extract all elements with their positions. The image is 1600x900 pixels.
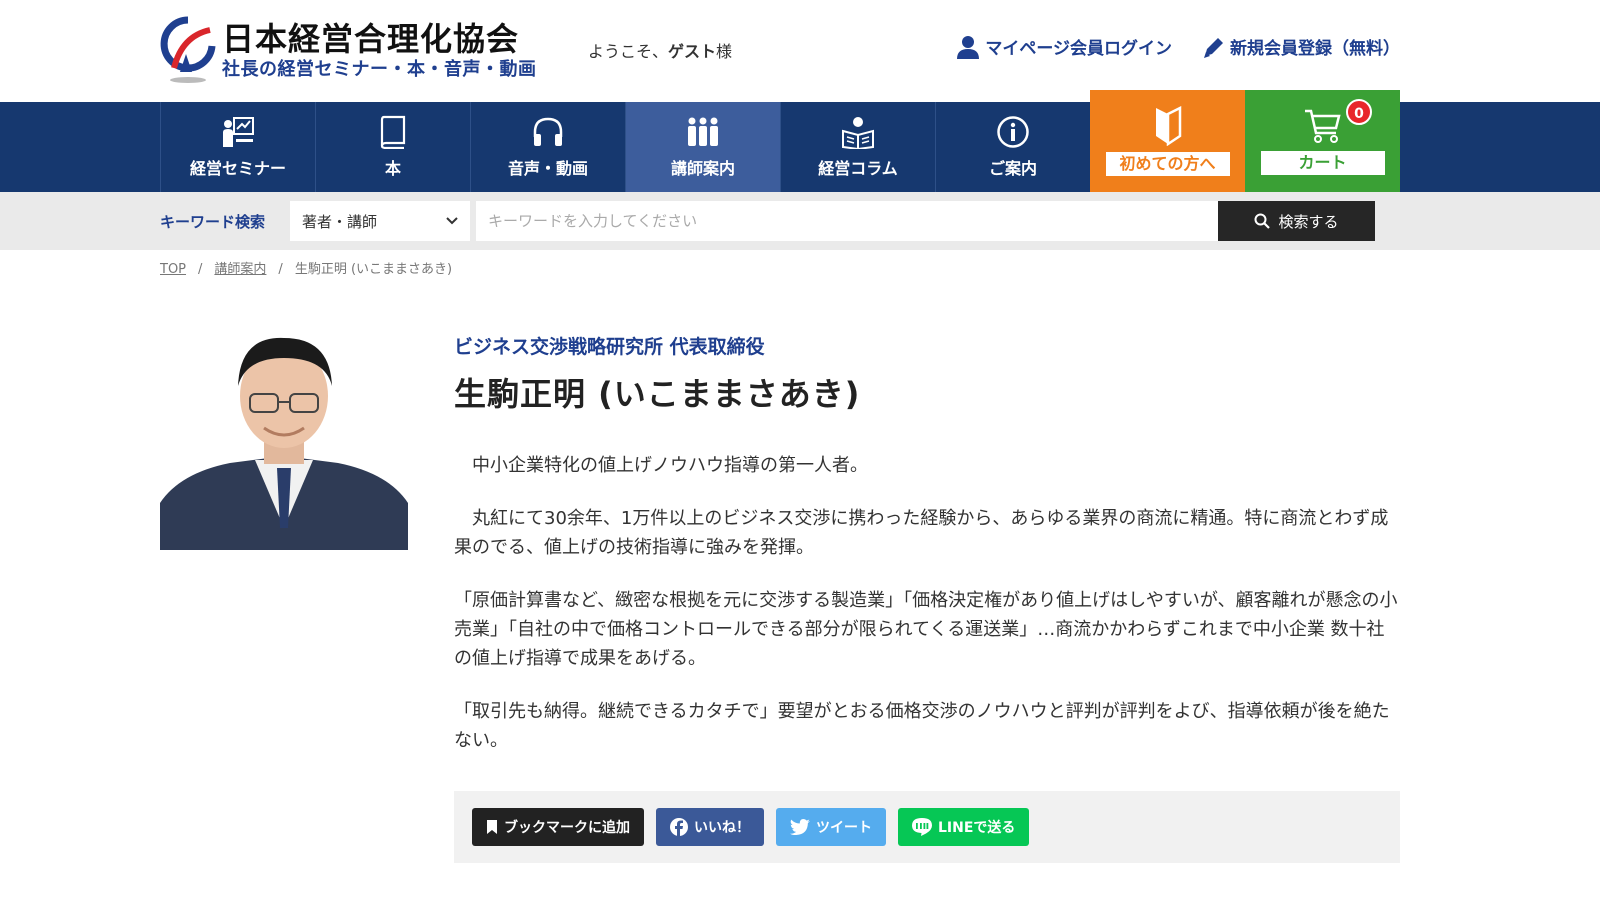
breadcrumb-top[interactable]: TOP bbox=[160, 262, 186, 277]
book-icon bbox=[380, 115, 406, 149]
mypage-login-link[interactable]: マイページ会員ログイン bbox=[957, 34, 1172, 59]
bio-paragraph: 「取引先も納得。継続できるカタチで」要望がとおる価格交渉のノウハウと評判が評判を… bbox=[454, 701, 1390, 751]
main-nav-bar: 経営セミナー 本 音声・動画 講師案内 経営コラム ご案内 初めての方へ カート… bbox=[0, 90, 1600, 192]
breadcrumb-instructors[interactable]: 講師案内 bbox=[214, 262, 266, 277]
bio-paragraph: 中小企業特化の値上げノウハウ指導の第一人者。 bbox=[454, 455, 868, 476]
search-button[interactable]: 検索する bbox=[1218, 201, 1375, 241]
search-bar: キーワード検索 著者・講師 検索する bbox=[0, 192, 1600, 250]
nav-guide[interactable]: ご案内 bbox=[935, 102, 1090, 192]
line-share-button[interactable]: LINEで送る bbox=[898, 808, 1030, 846]
welcome-message: ようこそ、ゲスト様 bbox=[588, 42, 733, 61]
logo-title: 日本経営合理化協会 bbox=[222, 20, 520, 58]
nav-column[interactable]: 経営コラム bbox=[780, 102, 935, 192]
pencil-icon bbox=[1204, 37, 1223, 58]
logo-mark-icon bbox=[160, 16, 216, 83]
facebook-icon bbox=[670, 818, 688, 836]
nav-book[interactable]: 本 bbox=[315, 102, 470, 192]
chevron-down-icon bbox=[446, 217, 458, 225]
logo-subtitle: 社長の経営セミナー・本・音声・動画 bbox=[222, 59, 537, 80]
welcome-user: ゲスト bbox=[668, 42, 717, 61]
cart-count-badge: 0 bbox=[1346, 99, 1372, 125]
nav-instructors[interactable]: 講師案内 bbox=[625, 102, 780, 192]
instructor-photo bbox=[160, 328, 408, 550]
main-nav: 経営セミナー 本 音声・動画 講師案内 経営コラム ご案内 初めての方へ カート… bbox=[160, 90, 1400, 192]
user-icon bbox=[957, 35, 980, 59]
nav-cart[interactable]: カート 0 bbox=[1245, 90, 1400, 192]
bookmark-button[interactable]: ブックマークに追加 bbox=[472, 808, 644, 846]
instructor-profile: ビジネス交渉戦略研究所 代表取締役 生駒正明 (いこままさあき) 中小企業特化の… bbox=[160, 328, 1400, 863]
share-bar: ブックマークに追加 いいね！ ツイート LINEで送る bbox=[454, 791, 1400, 863]
nav-audio-video[interactable]: 音声・動画 bbox=[470, 102, 625, 192]
search-label: キーワード検索 bbox=[160, 212, 266, 231]
nav-seminar[interactable]: 経営セミナー bbox=[160, 102, 315, 192]
register-link[interactable]: 新規会員登録（無料） bbox=[1202, 34, 1400, 59]
bio-paragraph: 丸紅にて30余年、1万件以上のビジネス交渉に携わった経験から、あらゆる業界の商流… bbox=[454, 508, 1389, 558]
instructor-organization: ビジネス交渉戦略研究所 代表取締役 bbox=[454, 336, 765, 358]
breadcrumb: TOP / 講師案内 / 生駒正明 (いこままさあき) bbox=[160, 262, 453, 277]
people-icon bbox=[688, 117, 718, 146]
tweet-button[interactable]: ツイート bbox=[776, 808, 886, 846]
nav-beginner[interactable]: 初めての方へ bbox=[1090, 90, 1245, 192]
reading-icon bbox=[842, 117, 874, 149]
search-icon bbox=[1254, 213, 1271, 229]
beginner-mark-icon bbox=[1155, 106, 1181, 146]
site-logo[interactable]: 日本経営合理化協会 社長の経営セミナー・本・音声・動画 bbox=[160, 16, 537, 84]
instructor-bio: 中小企業特化の値上げノウハウ指導の第一人者。 丸紅にて30余年、1万件以上のビジ… bbox=[454, 451, 1400, 755]
headphones-icon bbox=[533, 117, 563, 146]
bio-paragraph: 「原価計算書など、緻密な根拠を元に交渉する製造業」「価格決定権があり値上げはしや… bbox=[454, 590, 1398, 669]
search-input[interactable] bbox=[476, 201, 1218, 241]
site-header: 日本経営合理化協会 社長の経営セミナー・本・音声・動画 ようこそ、ゲスト様 マイ… bbox=[160, 0, 1400, 102]
cart-icon bbox=[1304, 109, 1341, 143]
line-icon bbox=[912, 818, 932, 836]
instructor-name: 生駒正明 (いこままさあき) bbox=[454, 375, 861, 413]
facebook-like-button[interactable]: いいね！ bbox=[656, 808, 764, 846]
seminar-icon bbox=[223, 117, 254, 147]
twitter-icon bbox=[790, 819, 810, 835]
breadcrumb-current: 生駒正明 (いこままさあき) bbox=[294, 262, 453, 277]
bookmark-icon bbox=[487, 820, 497, 834]
info-icon bbox=[997, 116, 1029, 148]
search-category-select[interactable]: 著者・講師 bbox=[290, 201, 470, 241]
